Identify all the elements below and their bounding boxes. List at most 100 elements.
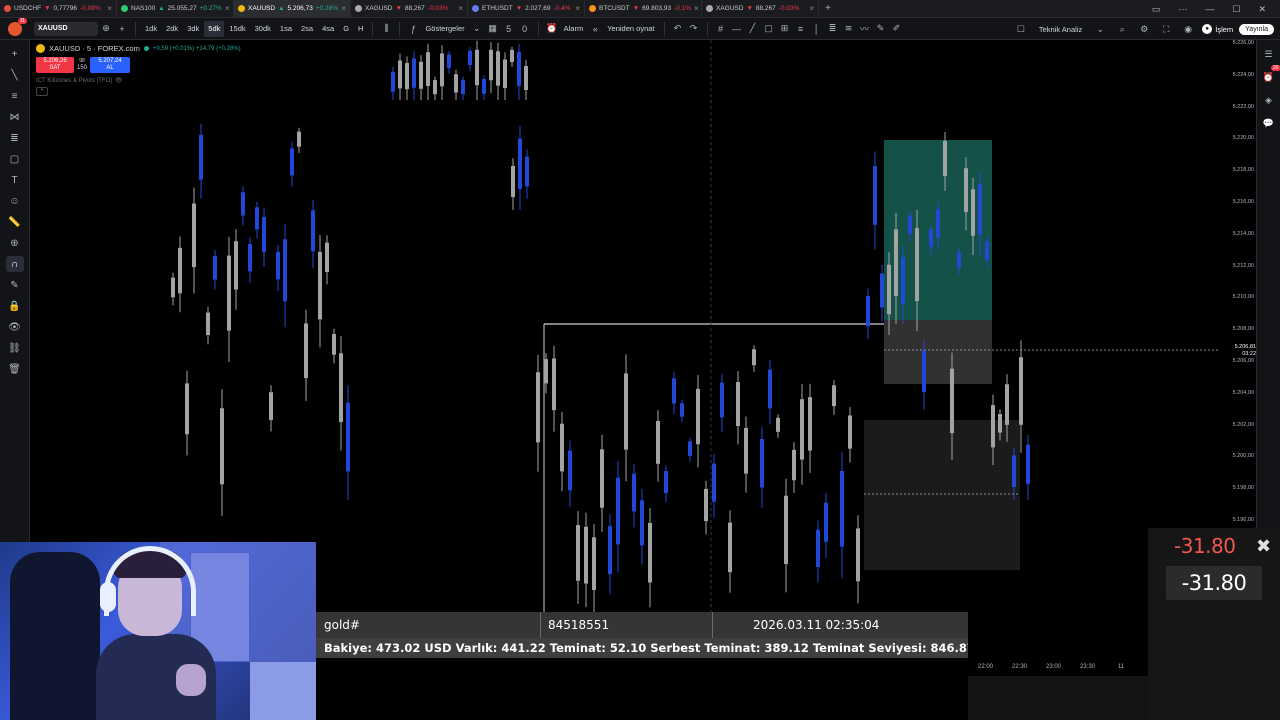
- eye-icon[interactable]: 👁: [115, 77, 123, 84]
- browser-tab[interactable]: XAGUSD ▼ 88,267 -0.03% ×: [351, 0, 468, 18]
- interval-button[interactable]: 5dk: [204, 20, 225, 37]
- horizontal-line-icon[interactable]: —: [729, 21, 745, 37]
- time-axis[interactable]: 22:00 22:30 23:00 23:30 11: [968, 660, 1148, 674]
- line-tool-icon[interactable]: ╲: [6, 67, 24, 83]
- interval-button[interactable]: 30dk: [251, 21, 275, 37]
- redo-icon[interactable]: ↷: [686, 21, 702, 37]
- replay-icon[interactable]: «: [587, 21, 603, 37]
- layout-zero[interactable]: 0: [517, 21, 533, 37]
- interval-button[interactable]: G: [339, 21, 353, 37]
- trash-icon[interactable]: 🗑: [6, 361, 24, 377]
- interval-button[interactable]: 4sa: [318, 21, 338, 37]
- trade-button[interactable]: ● İşlem: [1202, 24, 1233, 34]
- undo-icon[interactable]: ↶: [670, 21, 686, 37]
- shape-tool-icon[interactable]: ▢: [6, 151, 24, 167]
- close-tab-icon[interactable]: ×: [107, 4, 112, 13]
- candle-type-icon[interactable]: ⫼: [378, 21, 394, 37]
- browser-tab[interactable]: ETHUSDT ▼ 2.027,69 -0.4% ×: [468, 0, 585, 18]
- search-icon[interactable]: ⌕: [1114, 21, 1130, 37]
- link-icon[interactable]: ⛓: [6, 340, 24, 356]
- chevron-down-icon[interactable]: ⌄: [469, 21, 485, 37]
- close-window-button[interactable]: ✕: [1258, 4, 1266, 15]
- compare-icon[interactable]: ⊕: [98, 21, 114, 37]
- sell-button[interactable]: 5.206,26 SAT: [36, 57, 74, 73]
- replay-button[interactable]: Yeniden oynat: [603, 21, 658, 37]
- rectangle-icon[interactable]: ▢: [761, 21, 777, 37]
- close-tab-icon[interactable]: ×: [575, 4, 580, 13]
- camera-icon[interactable]: ◉: [1180, 21, 1196, 37]
- interval-button[interactable]: 3dk: [183, 21, 203, 37]
- technical-analysis-icon[interactable]: ☐: [1013, 21, 1029, 37]
- close-tab-icon[interactable]: ×: [458, 4, 463, 13]
- indicators-icon[interactable]: ƒ: [405, 21, 421, 37]
- close-position-icon[interactable]: ✖: [1256, 536, 1271, 557]
- interval-button[interactable]: 1sa: [276, 21, 296, 37]
- close-tab-icon[interactable]: ×: [694, 4, 699, 13]
- candle-body: [318, 251, 322, 320]
- watchlist-icon[interactable]: ☰: [1261, 46, 1277, 62]
- collapse-legend-button[interactable]: ⌃: [36, 87, 48, 96]
- more-icon[interactable]: ⋯: [1178, 4, 1187, 15]
- fib-tool-icon[interactable]: ≣: [6, 130, 24, 146]
- interval-button[interactable]: 1dk: [141, 21, 161, 37]
- cast-icon[interactable]: ▭: [1152, 4, 1161, 15]
- indicator-legend[interactable]: ICT Killzones & Pivots [TFO] 👁: [36, 77, 241, 85]
- alarm-icon[interactable]: ⏰: [544, 21, 560, 37]
- vertical-line-icon[interactable]: │: [809, 21, 825, 37]
- grid-icon[interactable]: #: [713, 21, 729, 37]
- ruler-icon[interactable]: 📏: [6, 214, 24, 230]
- eye-icon[interactable]: 👁: [6, 319, 24, 335]
- minimize-button[interactable]: —: [1205, 4, 1214, 14]
- interval-button[interactable]: 15dk: [225, 21, 249, 37]
- crosshair-icon[interactable]: +: [6, 46, 24, 62]
- chevron-down-icon[interactable]: ⌄: [1092, 21, 1108, 37]
- close-tab-icon[interactable]: ×: [809, 4, 814, 13]
- maximize-button[interactable]: ☐: [1232, 4, 1240, 15]
- symbol-search[interactable]: XAUUSD: [34, 21, 98, 36]
- fullscreen-icon[interactable]: ⛶: [1158, 21, 1174, 37]
- technical-analysis-button[interactable]: Teknik Analiz: [1035, 21, 1086, 37]
- browser-tab[interactable]: BTCUSDT ▼ 69.803,93 -0.1% ×: [585, 0, 702, 18]
- interval-button[interactable]: H: [354, 21, 367, 37]
- channel-tool-icon[interactable]: ≡: [6, 88, 24, 104]
- layout-count[interactable]: 5: [501, 21, 517, 37]
- close-tab-icon[interactable]: ×: [225, 4, 230, 13]
- brush-icon[interactable]: ✎: [873, 21, 889, 37]
- templates-icon[interactable]: ▦: [485, 21, 501, 37]
- multi-layout-icon[interactable]: ⊞: [777, 21, 793, 37]
- browser-tab[interactable]: NAS100 ▲ 25.055,27 +0.27% ×: [117, 0, 234, 18]
- text-align-icon[interactable]: ≡: [793, 21, 809, 37]
- layers-icon[interactable]: ◈: [1261, 92, 1277, 108]
- interval-button[interactable]: 2sa: [297, 21, 317, 37]
- stay-drawing-icon[interactable]: ✎: [6, 277, 24, 293]
- browser-tab[interactable]: USDCHF ▼ 0,77796 -0.08% ×: [0, 0, 117, 18]
- interval-button[interactable]: 2dk: [162, 21, 182, 37]
- fib-icon[interactable]: ≋: [841, 21, 857, 37]
- magnet-icon[interactable]: ∩: [5, 256, 24, 272]
- pattern-tool-icon[interactable]: ⋈: [6, 109, 24, 125]
- settings-icon[interactable]: ⚙: [1136, 21, 1152, 37]
- add-symbol-icon[interactable]: +: [114, 21, 130, 37]
- price-axis-label: 5.200,00: [1232, 453, 1254, 460]
- account-avatar[interactable]: 11: [8, 17, 27, 36]
- alerts-icon[interactable]: ⏰ 26: [1261, 65, 1280, 85]
- price-axis[interactable]: 5.206,81 03:22 5.226,00 5.224,00 5.222,00 5…: [1222, 40, 1256, 540]
- lock-icon[interactable]: 🔒: [6, 298, 24, 314]
- browser-tab[interactable]: XAUUSD ▲ 5.206,73 +0.28% ×: [234, 0, 351, 18]
- path-icon[interactable]: 〰: [857, 21, 873, 37]
- parallel-channel-icon[interactable]: ≣: [825, 21, 841, 37]
- close-tab-icon[interactable]: ×: [341, 4, 346, 13]
- chat-icon[interactable]: 💬: [1261, 115, 1277, 131]
- publish-button[interactable]: Yayınla: [1239, 23, 1274, 35]
- legend-title[interactable]: XAUUSD · 5 · FOREX.com: [49, 44, 140, 53]
- buy-button[interactable]: 5.207,24 AL: [90, 57, 131, 73]
- zoom-icon[interactable]: ⊕: [6, 235, 24, 251]
- pencil-icon[interactable]: ✐: [889, 21, 905, 37]
- trend-line-icon[interactable]: ╱: [745, 21, 761, 37]
- new-tab-button[interactable]: +: [819, 3, 837, 14]
- indicators-button[interactable]: Göstergeler: [421, 21, 468, 37]
- alarm-button[interactable]: Alarm: [560, 21, 588, 37]
- text-tool-icon[interactable]: T: [6, 172, 24, 188]
- emoji-tool-icon[interactable]: ☺: [6, 193, 24, 209]
- browser-tab[interactable]: XAGUSD ▼ 88,267 -0.03% ×: [702, 0, 819, 18]
